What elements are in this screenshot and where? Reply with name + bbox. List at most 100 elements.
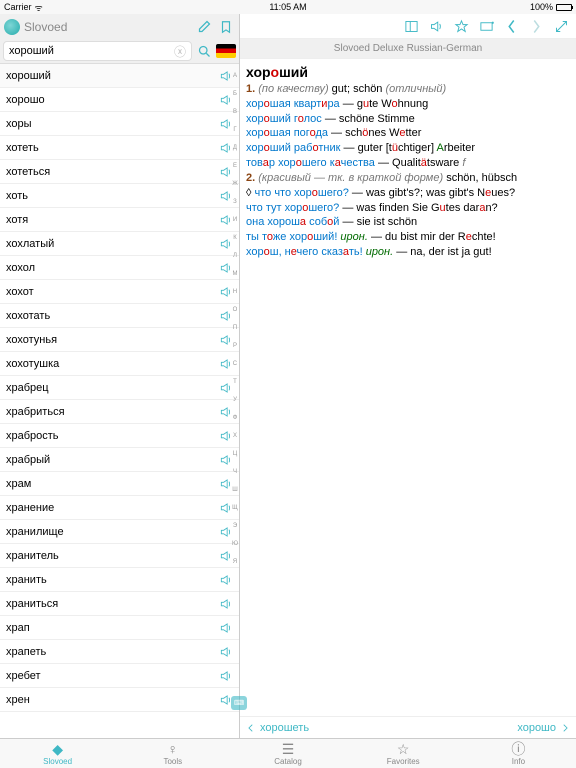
pronounce-icon[interactable] (219, 285, 233, 299)
word-row[interactable]: хотя (0, 208, 239, 232)
star-icon[interactable] (453, 18, 470, 35)
index-letter[interactable]: Г (232, 122, 238, 138)
index-letter[interactable]: О (232, 302, 238, 318)
pronounce-icon[interactable] (219, 477, 233, 491)
index-letter[interactable]: Я (232, 554, 238, 570)
word-row[interactable]: хоть (0, 184, 239, 208)
index-letter[interactable]: С (232, 356, 238, 372)
tab-tools[interactable]: ♀Tools (115, 739, 230, 768)
sound-icon[interactable] (428, 18, 445, 35)
pronounce-icon[interactable] (219, 213, 233, 227)
word-row[interactable]: хотеться (0, 160, 239, 184)
index-letter[interactable]: Д (232, 140, 238, 156)
word-row[interactable]: храниться (0, 592, 239, 616)
index-letter[interactable]: Ц (232, 446, 238, 462)
pronounce-icon[interactable] (219, 621, 233, 635)
alphabet-index[interactable]: АБВГДЕЖЗИКЛМНОПРСТУФХЦЧШЩЭЮЯ (232, 68, 238, 570)
pronounce-icon[interactable] (219, 333, 233, 347)
pronounce-icon[interactable] (219, 309, 233, 323)
tab-catalog[interactable]: ☰Catalog (230, 739, 345, 768)
index-letter[interactable]: П (232, 320, 238, 336)
clear-icon[interactable]: ⓧ (174, 43, 186, 60)
tab-favorites[interactable]: ☆Favorites (346, 739, 461, 768)
next-word-button[interactable]: хорошо (517, 722, 570, 734)
index-letter[interactable]: З (232, 194, 238, 210)
pronounce-icon[interactable] (219, 573, 233, 587)
card-icon[interactable] (478, 18, 495, 35)
index-letter[interactable]: Б (232, 86, 238, 102)
word-row[interactable]: хотеть (0, 136, 239, 160)
pronounce-icon[interactable] (219, 117, 233, 131)
pronounce-icon[interactable] (219, 69, 233, 83)
nav-back-icon[interactable] (503, 18, 520, 35)
pronounce-icon[interactable] (219, 261, 233, 275)
word-row[interactable]: храбрость (0, 424, 239, 448)
tab-info[interactable]: ⓘInfo (461, 739, 576, 768)
search-input[interactable] (9, 45, 174, 57)
tab-slovoed[interactable]: ◆Slovoed (0, 739, 115, 768)
index-letter[interactable]: М (232, 266, 238, 282)
word-row[interactable]: храбрый (0, 448, 239, 472)
pronounce-icon[interactable] (219, 453, 233, 467)
pronounce-icon[interactable] (219, 501, 233, 515)
pronounce-icon[interactable] (219, 381, 233, 395)
index-letter[interactable]: Л (232, 248, 238, 264)
word-list[interactable]: хорошийхорошохорыхотетьхотетьсяхотьхотях… (0, 64, 239, 738)
word-row[interactable]: храп (0, 616, 239, 640)
pronounce-icon[interactable] (219, 189, 233, 203)
pronounce-icon[interactable] (219, 405, 233, 419)
word-row[interactable]: хорошо (0, 88, 239, 112)
index-letter[interactable]: Н (232, 284, 238, 300)
index-letter[interactable]: А (232, 68, 238, 84)
index-letter[interactable]: Щ (232, 500, 238, 516)
pronounce-icon[interactable] (219, 357, 233, 371)
pronounce-icon[interactable] (219, 429, 233, 443)
word-row[interactable]: храпеть (0, 640, 239, 664)
index-letter[interactable]: В (232, 104, 238, 120)
pronounce-icon[interactable] (219, 141, 233, 155)
word-row[interactable]: хранитель (0, 544, 239, 568)
index-letter[interactable]: К (232, 230, 238, 246)
index-letter[interactable]: Р (232, 338, 238, 354)
index-letter[interactable]: Э (232, 518, 238, 534)
index-letter[interactable]: Т (232, 374, 238, 390)
word-row[interactable]: хранение (0, 496, 239, 520)
pronounce-icon[interactable] (219, 93, 233, 107)
panels-icon[interactable] (403, 18, 420, 35)
word-row[interactable]: хрен (0, 688, 239, 712)
pronounce-icon[interactable] (219, 525, 233, 539)
word-row[interactable]: хохотунья (0, 328, 239, 352)
pronounce-icon[interactable] (219, 669, 233, 683)
bookmark-icon[interactable] (217, 18, 235, 36)
compose-icon[interactable] (195, 18, 213, 36)
pronounce-icon[interactable] (219, 549, 233, 563)
pronounce-icon[interactable] (219, 645, 233, 659)
nav-fwd-icon[interactable] (528, 18, 545, 35)
word-row[interactable]: хохол (0, 256, 239, 280)
index-letter[interactable]: Ю (232, 536, 238, 552)
prev-word-button[interactable]: хорошеть (246, 722, 309, 734)
pronounce-icon[interactable] (219, 237, 233, 251)
index-letter[interactable]: Ш (232, 482, 238, 498)
index-letter[interactable]: И (232, 212, 238, 228)
index-letter[interactable]: У (232, 392, 238, 408)
index-letter[interactable]: Ж (232, 176, 238, 192)
index-letter[interactable]: Е (232, 158, 238, 174)
word-row[interactable]: храбрец (0, 376, 239, 400)
word-row[interactable]: хохлатый (0, 232, 239, 256)
index-letter[interactable]: Ч (232, 464, 238, 480)
word-row[interactable]: хранить (0, 568, 239, 592)
word-row[interactable]: хранилище (0, 520, 239, 544)
word-row[interactable]: храбриться (0, 400, 239, 424)
word-row[interactable]: хохот (0, 280, 239, 304)
expand-icon[interactable] (553, 18, 570, 35)
language-flag-icon[interactable] (216, 44, 236, 58)
word-row[interactable]: хороший (0, 64, 239, 88)
pronounce-icon[interactable] (219, 165, 233, 179)
word-row[interactable]: храм (0, 472, 239, 496)
index-letter[interactable]: Х (232, 428, 238, 444)
word-row[interactable]: хохотушка (0, 352, 239, 376)
word-row[interactable]: хоры (0, 112, 239, 136)
word-row[interactable]: хребет (0, 664, 239, 688)
search-icon[interactable] (195, 42, 213, 60)
